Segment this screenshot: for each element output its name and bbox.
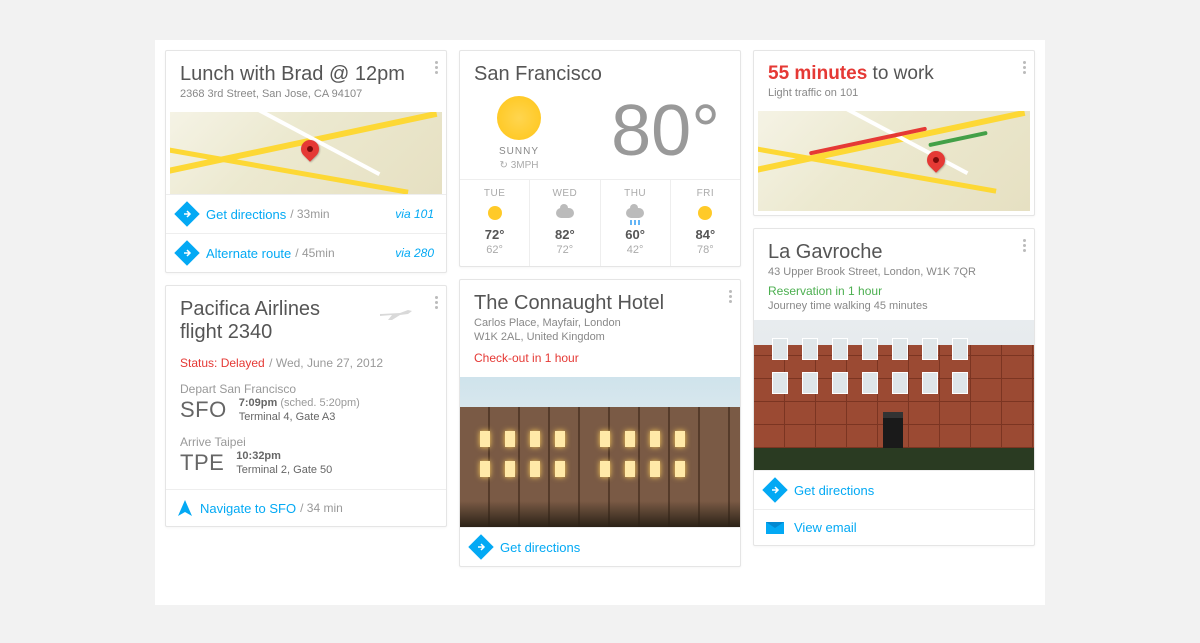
weather-city: San Francisco [474, 63, 726, 86]
restaurant-card: La Gavroche 43 Upper Brook Street, Londo… [753, 228, 1035, 546]
directions-icon [174, 240, 199, 265]
alt-route-via: via 280 [395, 246, 434, 260]
mail-icon [766, 522, 784, 534]
get-directions-link[interactable]: Get directions [460, 527, 740, 566]
weather-condition: SUNNY [499, 146, 539, 157]
depart-label: Depart San Francisco [180, 382, 432, 396]
checkout-note: Check-out in 1 hour [474, 351, 726, 365]
hotel-title: The Connaught Hotel [474, 292, 726, 315]
restaurant-title: La Gavroche [768, 241, 1020, 264]
cloud-icon [556, 208, 574, 218]
reservation-note: Reservation in 1 hour [768, 284, 1020, 298]
flight-date: Wed, June 27, 2012 [276, 356, 383, 370]
commute-map[interactable] [758, 111, 1030, 211]
arrive-label: Arrive Taipei [180, 435, 432, 449]
navigate-time: / 34 min [300, 501, 343, 515]
commute-title: 55 minutes to work [768, 63, 1020, 85]
alternate-route-link[interactable]: Alternate route / 45min via 280 [166, 233, 446, 272]
weather-card: San Francisco SUNNY ↻ 3MPH 80° TUE [459, 50, 741, 267]
arrive-details: 10:32pm Terminal 2, Gate 50 [236, 449, 332, 478]
directions-icon [762, 477, 787, 502]
hotel-address-2: W1K 2AL, United Kingdom [474, 331, 726, 343]
arrive-code: TPE [180, 450, 224, 476]
navigate-link[interactable]: Navigate to SFO / 34 min [166, 489, 446, 526]
directions-label: Get directions [500, 540, 580, 555]
restaurant-photo [754, 320, 1034, 470]
depart-code: SFO [180, 397, 227, 423]
forecast-day: FRI 84°78° [670, 180, 740, 266]
directions-label: Get directions [794, 483, 874, 498]
navigate-icon [178, 500, 192, 516]
commute-card: 55 minutes to work Light traffic on 101 [753, 50, 1035, 216]
directions-via: via 101 [395, 207, 434, 221]
commute-sub: Light traffic on 101 [768, 87, 1020, 99]
journey-note: Journey time walking 45 minutes [768, 300, 1020, 312]
lunch-address: 2368 3rd Street, San Jose, CA 94107 [180, 88, 432, 100]
directions-icon [174, 201, 199, 226]
sun-icon [698, 206, 712, 220]
sun-icon [488, 206, 502, 220]
navigate-label: Navigate to SFO [200, 501, 296, 516]
weather-wind: ↻ 3MPH [500, 160, 539, 171]
lunch-title: Lunch with Brad @ 12pm [180, 63, 432, 86]
overflow-menu-icon[interactable] [435, 61, 438, 74]
hotel-photo [460, 377, 740, 527]
forecast-day: TUE 72°62° [460, 180, 529, 266]
lunch-map[interactable] [170, 112, 442, 194]
hotel-card: The Connaught Hotel Carlos Place, Mayfai… [459, 279, 741, 567]
flight-status: Status: Delayed [180, 356, 265, 370]
directions-time: / 33min [290, 207, 329, 221]
overflow-menu-icon[interactable] [1023, 239, 1026, 252]
sun-icon [497, 96, 541, 140]
forecast-day: WED 82°72° [529, 180, 599, 266]
alt-route-label: Alternate route [206, 246, 291, 261]
view-email-label: View email [794, 520, 857, 535]
airplane-icon [378, 300, 414, 324]
cards-board: Lunch with Brad @ 12pm 2368 3rd Street, … [155, 40, 1045, 605]
hotel-address-1: Carlos Place, Mayfair, London [474, 317, 726, 329]
forecast-day: THU 60°42° [600, 180, 670, 266]
depart-details: 7:09pm (sched. 5:20pm) Terminal 4, Gate … [239, 396, 360, 425]
directions-icon [468, 534, 493, 559]
get-directions-link[interactable]: Get directions [754, 470, 1034, 509]
overflow-menu-icon[interactable] [729, 290, 732, 303]
rain-icon [626, 208, 644, 218]
forecast-row: TUE 72°62° WED 82°72° THU 60°42° [460, 179, 740, 266]
lunch-card: Lunch with Brad @ 12pm 2368 3rd Street, … [165, 50, 447, 273]
directions-label: Get directions [206, 207, 286, 222]
get-directions-link[interactable]: Get directions / 33min via 101 [166, 194, 446, 233]
overflow-menu-icon[interactable] [435, 296, 438, 309]
restaurant-address: 43 Upper Brook Street, London, W1K 7QR [768, 266, 1020, 278]
view-email-link[interactable]: View email [754, 509, 1034, 545]
flight-status-sep: / [269, 356, 276, 370]
weather-temp: 80° [611, 95, 720, 167]
overflow-menu-icon[interactable] [1023, 61, 1026, 74]
alt-route-time: / 45min [295, 246, 334, 260]
flight-card: Pacifica Airlinesflight 2340 Status: Del… [165, 285, 447, 527]
